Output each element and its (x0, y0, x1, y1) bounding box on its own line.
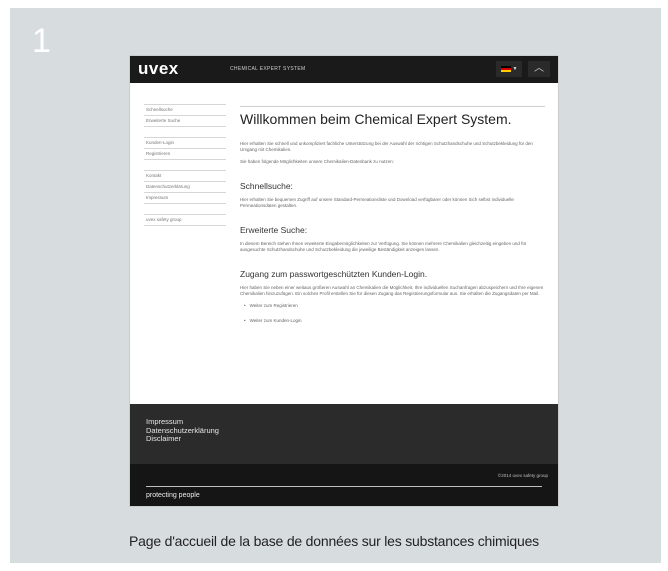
login-text: Hier haben Sie neben einer weitaus größe… (240, 285, 544, 296)
options-text: Sie haben folgende Möglichkeiten unsere … (240, 159, 394, 164)
figure-caption: Page d'accueil de la base de données sur… (129, 533, 539, 549)
sidebar-group-company: uvex safety group (144, 214, 226, 226)
copyright: ©2014 uvex safety group (497, 473, 548, 478)
sidebar-item-uvex-safety-group[interactable]: uvex safety group (144, 214, 226, 226)
register-link[interactable]: Weiter zum Registrieren (244, 303, 545, 308)
login-links: Weiter zum Registrieren Weiter zum Kunde… (244, 303, 545, 323)
divider (240, 106, 545, 107)
sidebar-group-search: Schnellsuche Erweiterte Suche (144, 104, 226, 127)
sidebar-item-kontakt[interactable]: Kontakt (144, 170, 226, 181)
uvex-logo[interactable]: uvex (138, 59, 179, 79)
page-title: Willkommen beim Chemical Expert System. (240, 111, 512, 127)
sidebar-item-datenschutz[interactable]: Datenschutzerklärung (144, 181, 226, 192)
intro-text: Hier erhalten Sie schnell und unkomplizi… (240, 141, 533, 152)
sidebar-item-kunden-login[interactable]: Kunden-Login (144, 137, 226, 148)
main-content: Willkommen beim Chemical Expert System. … (240, 106, 545, 333)
advanced-search-heading: Erweiterte Suche: (240, 225, 308, 235)
footer-divider (146, 486, 542, 487)
sidebar-item-schnellsuche[interactable]: Schnellsuche (144, 104, 226, 115)
quick-search-heading: Schnellsuche: (240, 181, 293, 191)
caret-down-icon: ▼ (512, 66, 518, 72)
step-number: 1 (32, 22, 51, 60)
quick-search-text: Hier erhalten Sie bequemen Zugriff auf u… (240, 197, 514, 208)
customer-login-link[interactable]: Weiter zum Kunden-Login (244, 318, 545, 323)
top-navigation-bar: uvex CHEMICAL EXPERT SYSTEM ▼ ︿ (130, 56, 558, 83)
sidebar-navigation: Schnellsuche Erweiterte Suche Kunden-Log… (144, 104, 226, 236)
login-heading: Zugang zum passwortgeschützten Kunden-Lo… (240, 269, 428, 279)
footer-links: Impressum Datenschutzerklärung Disclaime… (146, 417, 219, 444)
footer-bottom-bar: ©2014 uvex safety group protecting peopl… (130, 464, 558, 506)
illustration-panel: 1 uvex CHEMICAL EXPERT SYSTEM ▼ ︿ Schnel… (10, 8, 661, 563)
tagline: protecting people (146, 492, 200, 499)
app-title: CHEMICAL EXPERT SYSTEM (230, 66, 306, 72)
website-screenshot: uvex CHEMICAL EXPERT SYSTEM ▼ ︿ Schnells… (130, 56, 558, 506)
footer: Impressum Datenschutzerklärung Disclaime… (130, 404, 558, 464)
de-flag-icon (500, 65, 511, 73)
language-selector[interactable]: ▼ (496, 61, 522, 77)
sidebar-group-info: Kontakt Datenschutzerklärung Impressum (144, 170, 226, 204)
sidebar-item-impressum[interactable]: Impressum (144, 192, 226, 204)
chevron-up-icon[interactable]: ︿ (528, 61, 550, 77)
sidebar-group-account: Kunden-Login Registrieren (144, 137, 226, 160)
sidebar-item-registrieren[interactable]: Registrieren (144, 148, 226, 160)
sidebar-item-erweiterte-suche[interactable]: Erweiterte Suche (144, 115, 226, 127)
advanced-search-text: In diesem Bereich stehen Ihnen erweitert… (240, 241, 527, 252)
footer-link-disclaimer[interactable]: Disclaimer (146, 434, 219, 444)
